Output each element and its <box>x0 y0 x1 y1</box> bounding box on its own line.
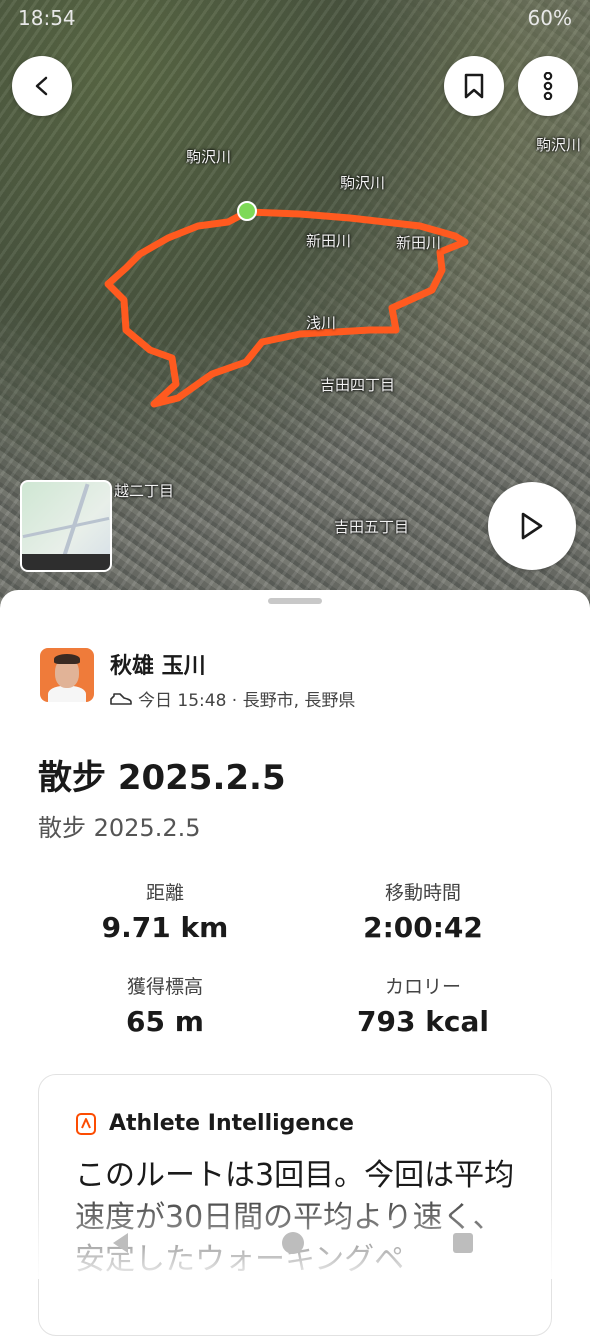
athlete-name[interactable]: 秋雄 玉川 <box>110 648 355 680</box>
walking-shoe-icon <box>110 692 132 705</box>
activity-sheet: 秋雄 玉川 今日 15:48 · 長野市, 長野県 散步 2025.2.5 散步… <box>0 590 590 1336</box>
stat-value: 9.71 km <box>101 911 229 944</box>
bookmark-button[interactable] <box>444 56 504 116</box>
nav-home-icon[interactable] <box>280 1230 306 1256</box>
more-button[interactable] <box>518 56 578 116</box>
nav-back-icon[interactable] <box>108 1230 134 1256</box>
map-label: 吉田四丁目 <box>320 376 396 394</box>
stat-value: 65 m <box>126 1005 204 1038</box>
card-header: Athlete Intelligence <box>75 1111 354 1136</box>
map-label: 駒沢川 <box>186 148 232 166</box>
route-map[interactable]: 18:54 60% 駒沢川 駒沢川 駒沢川 新田川 新田川 浅川 吉田四丁目 吉… <box>0 0 590 610</box>
status-bar: 18:54 60% <box>18 6 572 30</box>
more-vertical-icon <box>543 72 553 100</box>
sheet-drag-handle[interactable] <box>268 598 322 604</box>
map-label: 新田川 <box>306 232 352 250</box>
map-label: 越二丁目 <box>114 482 175 500</box>
system-nav-bar <box>0 1222 590 1262</box>
activity-title: 散步 2025.2.5 <box>38 758 286 798</box>
play-button[interactable] <box>488 482 576 570</box>
stat-value: 793 kcal <box>357 1005 489 1038</box>
status-time: 18:54 <box>18 6 76 30</box>
start-marker <box>237 201 257 221</box>
stat-label: 獲得標高 <box>126 976 203 998</box>
bookmark-icon <box>464 73 484 99</box>
stat-value: 2:00:42 <box>363 911 483 944</box>
stat-label: 移動時間 <box>384 882 461 904</box>
stat-moving-time: 移動時間 2:00:42 <box>298 878 548 944</box>
stat-distance: 距離 9.71 km <box>40 878 290 944</box>
map-label: 駒沢川 <box>340 174 386 192</box>
thumbnail-bar <box>22 554 110 570</box>
map-label: 浅川 <box>306 314 337 332</box>
stat-elevation-gain: 獲得標高 65 m <box>40 972 290 1038</box>
avatar[interactable] <box>40 648 94 702</box>
chevron-left-icon <box>35 76 48 96</box>
athlete-intelligence-icon <box>76 1112 96 1135</box>
back-button[interactable] <box>12 56 72 116</box>
activity-description: 散步 2025.2.5 <box>38 814 201 842</box>
stat-calories: カロリー 793 kcal <box>298 972 548 1038</box>
map-label: 吉田五丁目 <box>334 518 410 536</box>
card-title: Athlete Intelligence <box>109 1111 354 1136</box>
map-label: 駒沢川 <box>536 136 582 154</box>
map-label: 新田川 <box>396 234 442 252</box>
athlete-row[interactable]: 秋雄 玉川 今日 15:48 · 長野市, 長野県 <box>40 648 355 711</box>
activity-meta-text: 今日 15:48 · 長野市, 長野県 <box>138 691 356 711</box>
play-icon <box>521 512 543 540</box>
stat-label: 距離 <box>145 882 184 904</box>
nav-recents-icon[interactable] <box>450 1230 476 1256</box>
stat-label: カロリー <box>384 976 461 998</box>
map-thumbnail[interactable] <box>20 480 112 572</box>
battery-level: 60% <box>527 6 572 30</box>
activity-meta: 今日 15:48 · 長野市, 長野県 <box>110 686 355 711</box>
